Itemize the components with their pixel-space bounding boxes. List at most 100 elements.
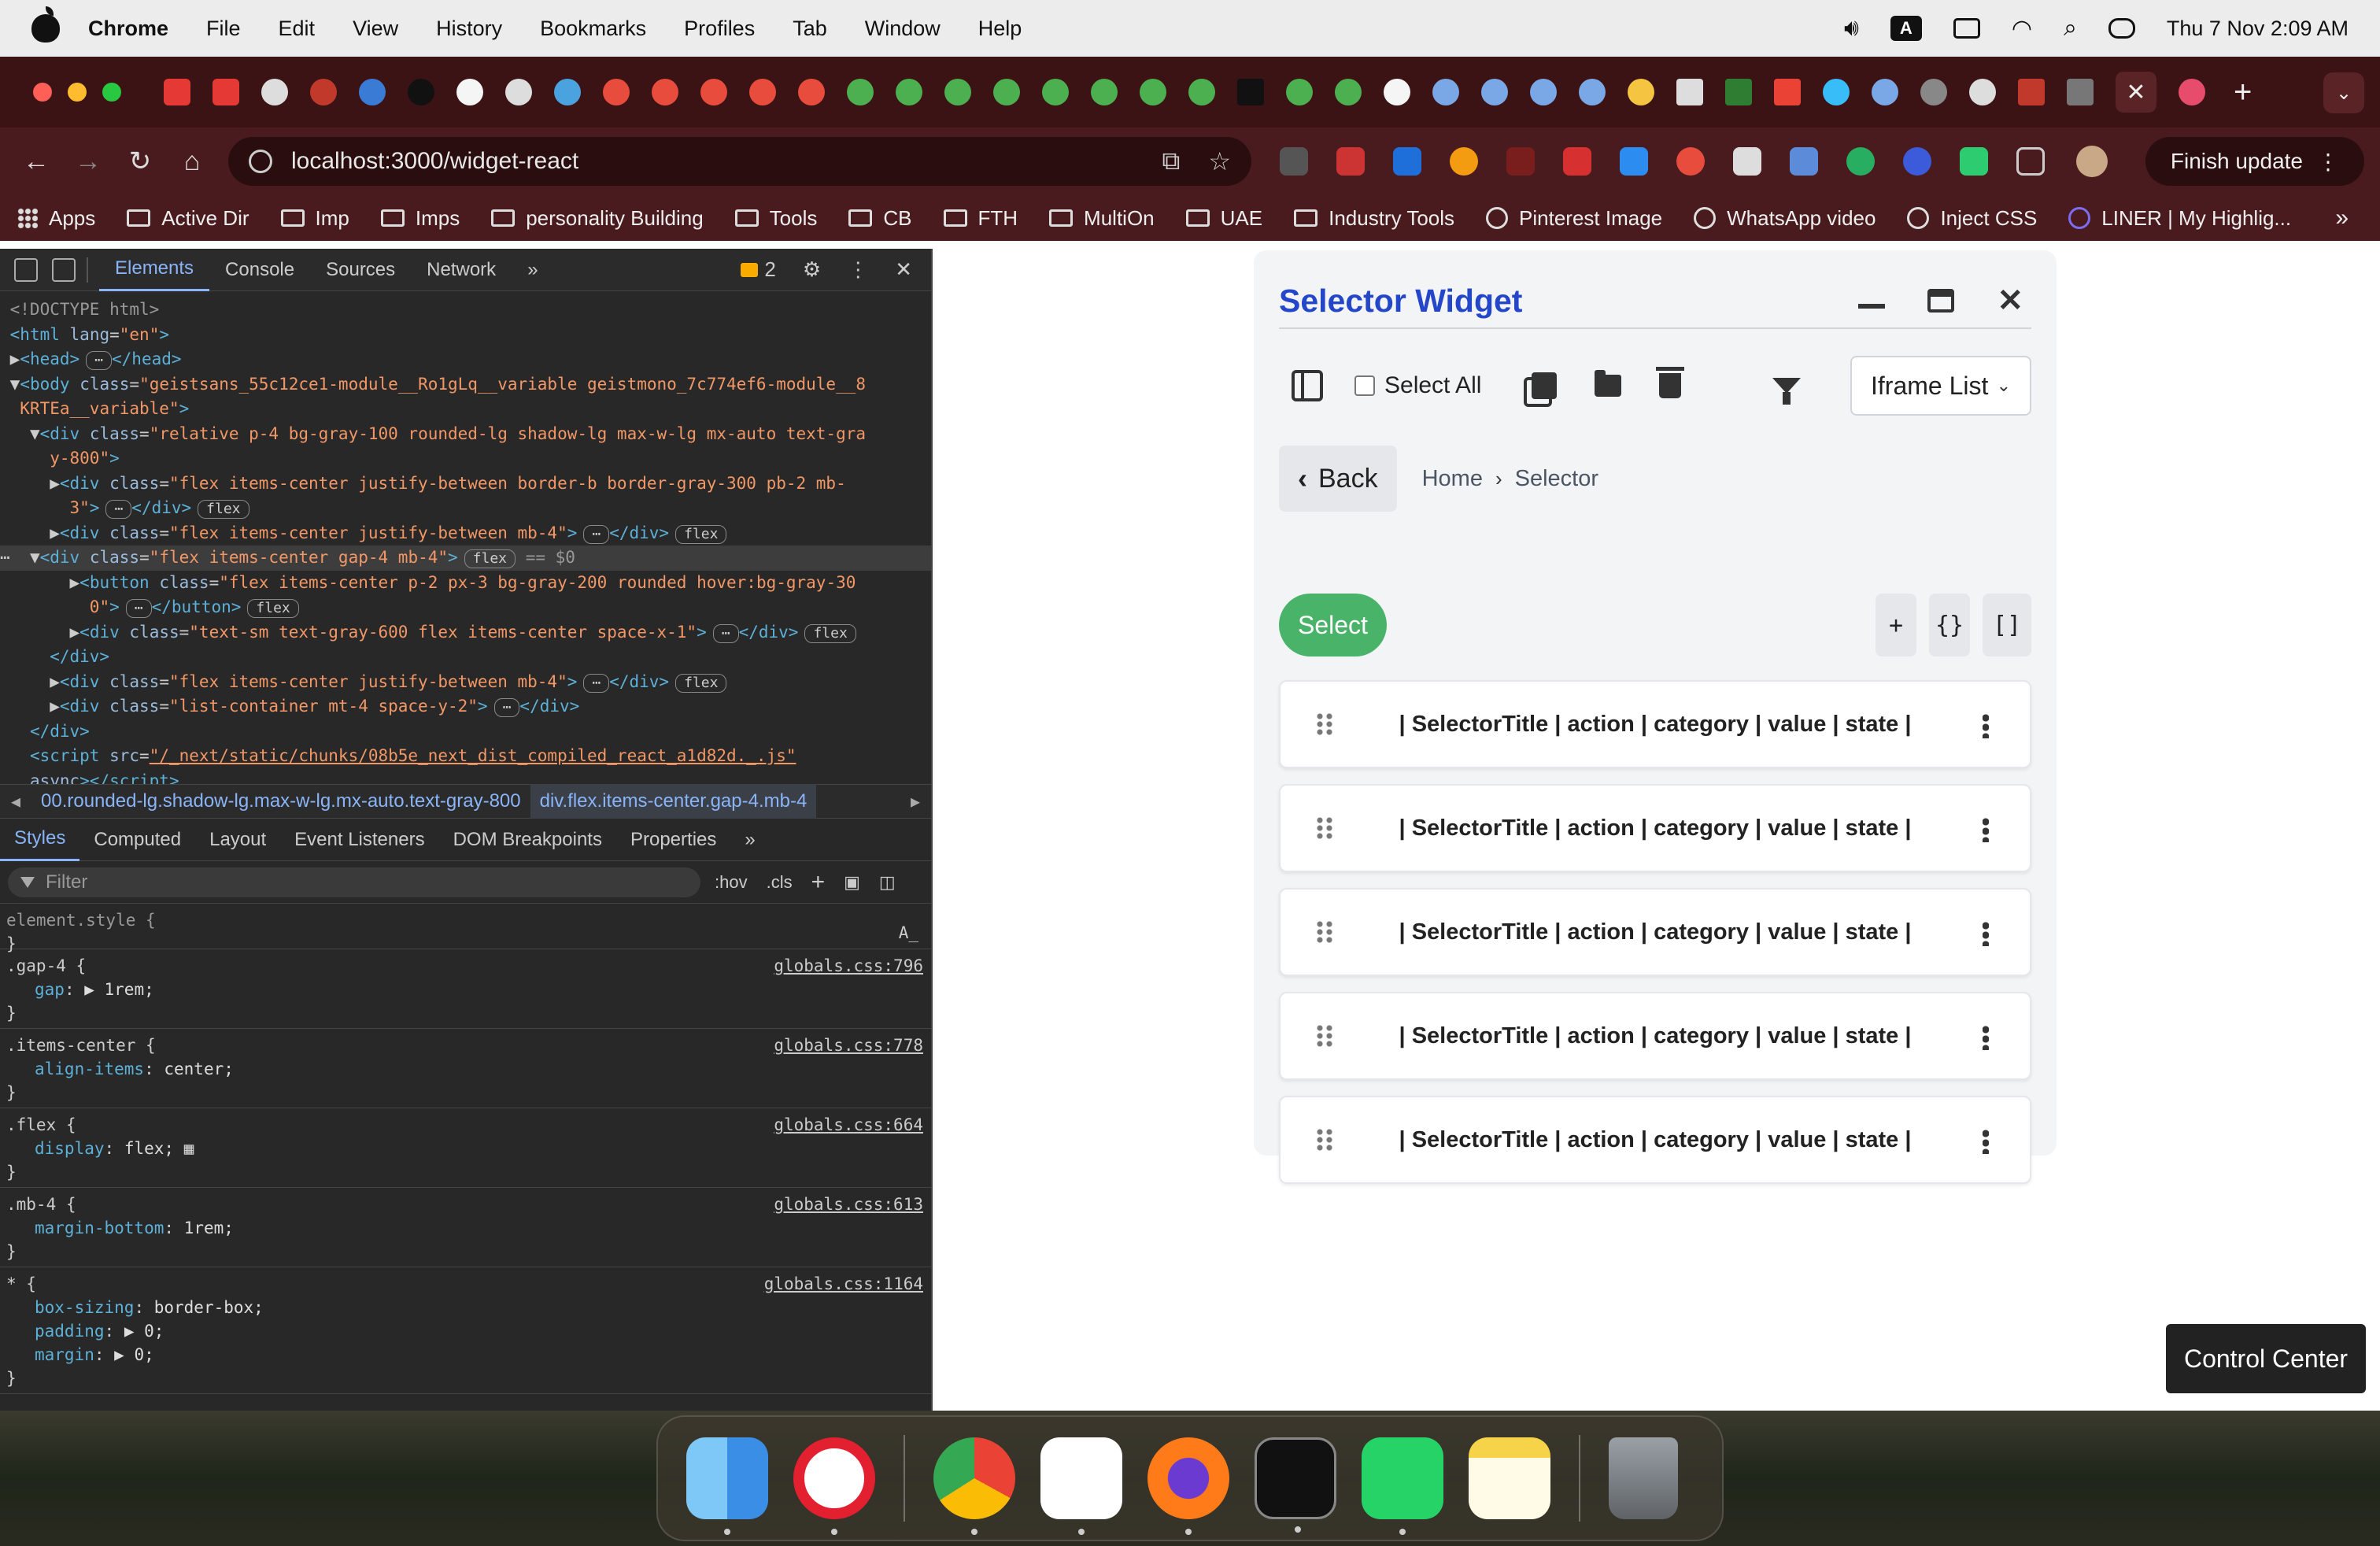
tab-dom-breakpoints[interactable]: DOM Breakpoints — [439, 819, 616, 861]
tab-favicon[interactable] — [554, 79, 581, 105]
extension-icon[interactable] — [1280, 147, 1308, 176]
property-value[interactable]: ▶ 0; — [124, 1322, 164, 1341]
list-item[interactable]: | SelectorTitle | action | category | va… — [1279, 992, 2031, 1080]
tab-favicon[interactable] — [1091, 79, 1118, 105]
add-array-button[interactable]: [] — [1983, 594, 2031, 656]
list-item[interactable]: | SelectorTitle | action | category | va… — [1279, 680, 2031, 768]
bookmark-link[interactable]: Pinterest Image — [1486, 206, 1662, 231]
trash-icon[interactable] — [1609, 1437, 1678, 1519]
tab-favicon[interactable] — [1872, 79, 1898, 105]
bookmark-folder[interactable]: Imp — [280, 206, 349, 231]
tab-favicon[interactable] — [505, 79, 532, 105]
close-tab-icon[interactable]: ✕ — [2126, 79, 2145, 106]
menu-edit[interactable]: Edit — [279, 17, 316, 41]
property-value[interactable]: flex; — [124, 1139, 174, 1158]
close-devtools-icon[interactable]: ✕ — [895, 257, 912, 282]
tab-favicon[interactable] — [896, 79, 922, 105]
bookmark-folder[interactable]: personality Building — [491, 206, 704, 231]
flexbox-editor-icon[interactable]: ▦ — [184, 1139, 194, 1158]
sidebar-toggle-icon[interactable]: ◫ — [879, 872, 896, 893]
more-vert-icon[interactable]: ⋮ — [848, 257, 868, 282]
tab-favicon[interactable] — [993, 79, 1020, 105]
control-center-button[interactable]: Control Center — [2166, 1324, 2366, 1393]
paint-icon[interactable]: ▣ — [844, 872, 860, 893]
chrome-icon[interactable] — [933, 1437, 1015, 1535]
dom-node[interactable]: ▶<button class="flex items-center p-2 px… — [0, 571, 931, 596]
menu-profiles[interactable]: Profiles — [684, 17, 755, 41]
site-info-icon[interactable] — [249, 150, 272, 173]
tab-favicon[interactable] — [1725, 79, 1752, 105]
bookmark-apps[interactable]: Apps — [17, 206, 95, 231]
minimize-window-icon[interactable] — [68, 83, 87, 102]
tab-favicon[interactable] — [652, 79, 678, 105]
vscode-icon[interactable] — [1040, 1437, 1122, 1535]
list-item[interactable]: | SelectorTitle | action | category | va… — [1279, 784, 2031, 872]
more-tabs-icon[interactable]: » — [730, 819, 769, 861]
bookmark-star-icon[interactable]: ☆ — [1208, 146, 1231, 176]
tab-favicon[interactable] — [1579, 79, 1606, 105]
filter-icon[interactable] — [1772, 378, 1802, 405]
dom-node[interactable]: ▶<div class="list-container mt-4 space-y… — [0, 694, 931, 719]
forward-arrow-icon[interactable]: → — [72, 146, 104, 177]
bookmark-folder[interactable]: MultiOn — [1049, 206, 1155, 231]
maximize-icon[interactable] — [1927, 289, 1955, 313]
dom-node[interactable]: async></script> — [0, 769, 931, 785]
more-vert-icon[interactable] — [1983, 1129, 1989, 1154]
new-rule-icon[interactable]: + — [811, 869, 826, 896]
tab-properties[interactable]: Properties — [616, 819, 730, 861]
breadcrumb-home[interactable]: Home — [1422, 466, 1483, 492]
tab-favicon[interactable] — [1042, 79, 1069, 105]
tab-console[interactable]: Console — [209, 249, 310, 291]
tab-sources[interactable]: Sources — [310, 249, 411, 291]
bookmark-folder[interactable]: FTH — [943, 206, 1018, 231]
reload-icon[interactable]: ↻ — [124, 146, 156, 177]
property-value[interactable]: 1rem; — [184, 1219, 234, 1237]
tab-favicon[interactable] — [359, 79, 386, 105]
tab-favicon[interactable] — [1432, 79, 1459, 105]
tab-elements[interactable]: Elements — [99, 249, 210, 291]
address-bar[interactable]: localhost:3000/widget-react ⧉ ☆ — [228, 137, 1251, 186]
device-toolbar-icon[interactable] — [52, 257, 76, 282]
minimize-icon[interactable] — [1858, 304, 1886, 309]
menu-tab[interactable]: Tab — [793, 17, 827, 41]
control-center-icon[interactable] — [2108, 18, 2135, 39]
tab-favicon[interactable] — [1237, 79, 1264, 105]
styles-filter-input[interactable]: Filter — [8, 867, 700, 897]
bookmark-link[interactable]: LINER | My Highlig... — [2068, 206, 2291, 231]
tab-favicon[interactable] — [1774, 79, 1801, 105]
tab-network[interactable]: Network — [411, 249, 512, 291]
rule-property[interactable]: margin: ▶ 0; — [6, 1343, 925, 1367]
apple-icon[interactable] — [31, 6, 60, 43]
extension-icon[interactable] — [1506, 147, 1535, 176]
more-vert-icon[interactable] — [1983, 1025, 1989, 1050]
tab-favicon[interactable] — [2018, 79, 2045, 105]
more-vert-icon[interactable] — [1983, 921, 1989, 946]
rule-property[interactable]: display: flex; ▦ — [6, 1137, 925, 1160]
open-in-new-icon[interactable]: ⧉ — [1162, 146, 1180, 176]
add-button[interactable]: + — [1876, 594, 1916, 656]
chevron-left-icon[interactable]: ◂ — [0, 790, 31, 813]
dom-node-selected[interactable]: ⋯ ▼<div class="flex items-center gap-4 m… — [0, 546, 931, 571]
extension-icon[interactable] — [1450, 147, 1478, 176]
clock[interactable]: Thu 7 Nov 2:09 AM — [2167, 17, 2349, 41]
dom-node[interactable]: ▶<div class="flex items-center justify-b… — [0, 521, 931, 546]
profile-avatar[interactable] — [2076, 146, 2108, 177]
tab-search-icon[interactable]: ⌄ — [2323, 72, 2364, 113]
checkbox[interactable] — [1354, 375, 1375, 396]
tab-favicon[interactable] — [213, 79, 239, 105]
extension-icon[interactable] — [1733, 147, 1761, 176]
tab-computed[interactable]: Computed — [79, 819, 195, 861]
wifi-icon[interactable]: ◠ — [2012, 15, 2032, 43]
zoom-window-icon[interactable] — [102, 83, 121, 102]
more-vert-icon[interactable] — [1983, 713, 1989, 738]
battery-icon[interactable] — [1953, 18, 1980, 39]
bookmark-folder[interactable]: UAE — [1185, 206, 1262, 231]
rule-property[interactable]: padding: ▶ 0; — [6, 1319, 925, 1343]
settings-gear-icon[interactable]: ⚙ — [803, 257, 821, 282]
dom-node[interactable]: <html lang="en"> — [0, 323, 931, 348]
input-source-icon[interactable]: A — [1890, 16, 1922, 41]
bookmark-link[interactable]: WhatsApp video — [1694, 206, 1876, 231]
finish-update-button[interactable]: Finish update ⋮ — [2145, 137, 2364, 186]
spotlight-icon[interactable]: ⌕ — [2064, 15, 2077, 42]
tab-favicon[interactable] — [1823, 79, 1850, 105]
